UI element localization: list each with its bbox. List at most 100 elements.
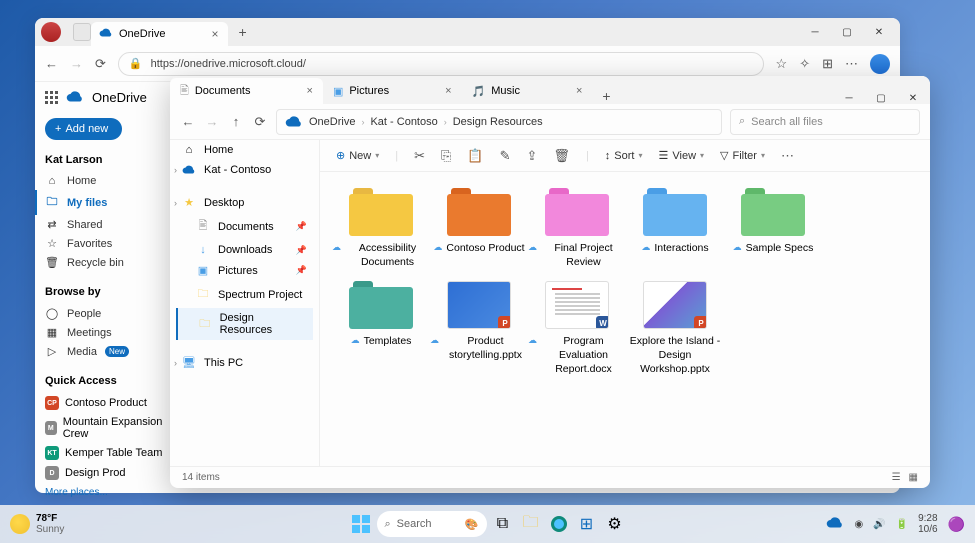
copilot-icon[interactable]: 🟣	[948, 516, 965, 533]
details-view-icon[interactable]: ☰	[892, 472, 901, 483]
sidebar-item-favorites[interactable]: ☆Favorites	[45, 234, 170, 253]
tab-close-icon[interactable]: ×	[307, 85, 313, 97]
folder-item[interactable]: ☁Sample Specs	[724, 188, 822, 269]
app-launcher-icon[interactable]	[45, 91, 58, 104]
explorer-tab[interactable]: 🖹Documents×	[170, 78, 323, 104]
tab-close-icon[interactable]: ×	[445, 85, 451, 97]
folder-item[interactable]: ☁Contoso Product	[430, 188, 528, 269]
file-item[interactable]: P☁Product storytelling.pptx	[430, 281, 528, 376]
refresh-button[interactable]: ⟳	[95, 56, 106, 72]
edge-taskbar-icon[interactable]	[547, 512, 571, 536]
nav-item-desktop[interactable]: ›★Desktop	[176, 192, 313, 213]
add-new-button[interactable]: +Add new	[45, 118, 122, 140]
settings-taskbar-icon[interactable]: ⚙	[603, 512, 627, 536]
paste-icon[interactable]: 📋	[467, 148, 483, 164]
browser-tab-onedrive[interactable]: OneDrive ×	[91, 22, 228, 46]
quick-access-item[interactable]: CPContoso Product	[45, 393, 170, 413]
sort-button[interactable]: ↕Sort▾	[605, 150, 643, 162]
maximize-button[interactable]: ▢	[872, 93, 890, 104]
pin-icon[interactable]: 📌	[296, 265, 307, 276]
folder-item[interactable]: ☁Accessibility Documents	[332, 188, 430, 269]
nav-item-this-pc[interactable]: ›🖥This PC	[176, 352, 313, 373]
sidebar-item-home[interactable]: ⌂Home	[45, 172, 170, 190]
sidebar-item-media[interactable]: ▷MediaNew	[45, 342, 170, 361]
chevron-right-icon[interactable]: ›	[174, 198, 177, 208]
folder-item[interactable]: ☁Final Project Review	[528, 188, 626, 269]
forward-button[interactable]: →	[204, 114, 220, 129]
nav-item-home[interactable]: ⌂Home	[176, 140, 313, 160]
minimize-button[interactable]: ─	[806, 27, 824, 38]
tab-close-icon[interactable]: ×	[211, 27, 218, 41]
filter-button[interactable]: ▽Filter▾	[720, 149, 765, 162]
more-icon[interactable]: ⋯	[781, 148, 794, 164]
collections-icon[interactable]: ✧	[799, 56, 810, 72]
sidebar-item-recycle[interactable]: 🗑Recycle bin	[45, 253, 170, 272]
up-button[interactable]: ↑	[228, 114, 244, 129]
minimize-button[interactable]: ─	[840, 93, 858, 104]
sidebar-item-meetings[interactable]: ▦Meetings	[45, 323, 170, 342]
clock[interactable]: 9:28 10/6	[918, 513, 937, 535]
back-button[interactable]: ←	[45, 56, 58, 71]
close-button[interactable]: ✕	[904, 93, 922, 104]
explorer-content[interactable]: ☁Accessibility Documents☁Contoso Product…	[320, 172, 930, 466]
explorer-tab[interactable]: 🎵Music×	[462, 78, 593, 104]
cut-icon[interactable]: ✂	[414, 148, 425, 164]
rename-icon[interactable]: ✎	[500, 148, 511, 164]
nav-item-design-resources[interactable]: 🗀Design Resources	[176, 308, 313, 340]
browser-profile-avatar[interactable]	[41, 22, 61, 42]
copy-icon[interactable]: ⎘	[441, 148, 451, 164]
icons-view-icon[interactable]: ▦	[909, 472, 918, 483]
close-button[interactable]: ✕	[870, 27, 888, 38]
file-item[interactable]: PExplore the Island - Design Workshop.pp…	[626, 281, 724, 376]
explorer-new-tab-button[interactable]: +	[592, 88, 620, 104]
pin-icon[interactable]: 📌	[296, 245, 307, 256]
sidebar-item-people[interactable]: ◯People	[45, 304, 170, 323]
pin-icon[interactable]: 📌	[296, 221, 307, 232]
battery-icon[interactable]: 🔋	[896, 519, 908, 530]
chevron-right-icon[interactable]: ›	[174, 165, 177, 175]
store-taskbar-icon[interactable]: ⊞	[575, 512, 599, 536]
taskbar-search[interactable]: ⌕Search🎨	[377, 511, 487, 537]
nav-item-pictures[interactable]: ▣Pictures📌	[176, 260, 313, 281]
maximize-button[interactable]: ▢	[838, 27, 856, 38]
delete-icon[interactable]: 🗑	[553, 148, 570, 164]
quick-access-item[interactable]: DDesign Prod	[45, 463, 170, 483]
onedrive-tray-icon[interactable]	[826, 517, 844, 532]
more-icon[interactable]: ⋯	[845, 56, 858, 72]
breadcrumb-segment[interactable]: Kat - Contoso	[370, 116, 437, 128]
explorer-taskbar-icon[interactable]: 🗀	[519, 512, 543, 536]
workspace-icon[interactable]	[73, 23, 91, 41]
nav-item-spectrum[interactable]: 🗀Spectrum Project	[176, 281, 313, 308]
sidebar-item-my-files[interactable]: 🗀My files	[35, 190, 170, 215]
new-button[interactable]: ⊕New▾	[336, 149, 379, 162]
weather-widget[interactable]: 78°F Sunny	[10, 513, 64, 535]
breadcrumb[interactable]: OneDrive› Kat - Contoso› Design Resource…	[276, 109, 722, 135]
explorer-tab[interactable]: ▣Pictures×	[323, 78, 462, 104]
start-button[interactable]	[349, 512, 373, 536]
quick-access-item[interactable]: KTKemper Table Team	[45, 443, 170, 463]
breadcrumb-segment[interactable]: OneDrive	[309, 116, 355, 128]
nav-item-kat[interactable]: ›Kat - Contoso	[176, 160, 313, 180]
url-input[interactable]: 🔒 https://onedrive.microsoft.cloud/	[118, 52, 764, 76]
back-button[interactable]: ←	[180, 114, 196, 129]
breadcrumb-segment[interactable]: Design Resources	[453, 116, 543, 128]
nav-item-documents[interactable]: 🖹Documents📌	[176, 213, 313, 240]
tab-close-icon[interactable]: ×	[576, 85, 582, 97]
chevron-right-icon[interactable]: ›	[174, 358, 177, 368]
folder-item[interactable]: ☁Templates	[332, 281, 430, 376]
favorites-icon[interactable]: ☆	[776, 56, 788, 72]
folder-item[interactable]: ☁Interactions	[626, 188, 724, 269]
wifi-icon[interactable]: ◉	[854, 519, 863, 530]
extensions-icon[interactable]: ⊞	[822, 56, 833, 72]
nav-item-downloads[interactable]: ↓Downloads📌	[176, 240, 313, 260]
browser-new-tab-button[interactable]: +	[238, 24, 246, 40]
quick-access-item[interactable]: MMountain Expansion Crew	[45, 413, 170, 443]
view-button[interactable]: ☰View▾	[659, 149, 705, 162]
share-icon[interactable]: ⇪	[527, 148, 538, 164]
explorer-search-input[interactable]: ⌕ Search all files	[730, 109, 920, 135]
refresh-button[interactable]: ⟳	[252, 114, 268, 130]
task-view-icon[interactable]: ⧉	[491, 512, 515, 536]
volume-icon[interactable]: 🔊	[873, 519, 885, 530]
file-item[interactable]: W☁Program Evaluation Report.docx	[528, 281, 626, 376]
more-places-link[interactable]: More places...	[45, 487, 170, 498]
